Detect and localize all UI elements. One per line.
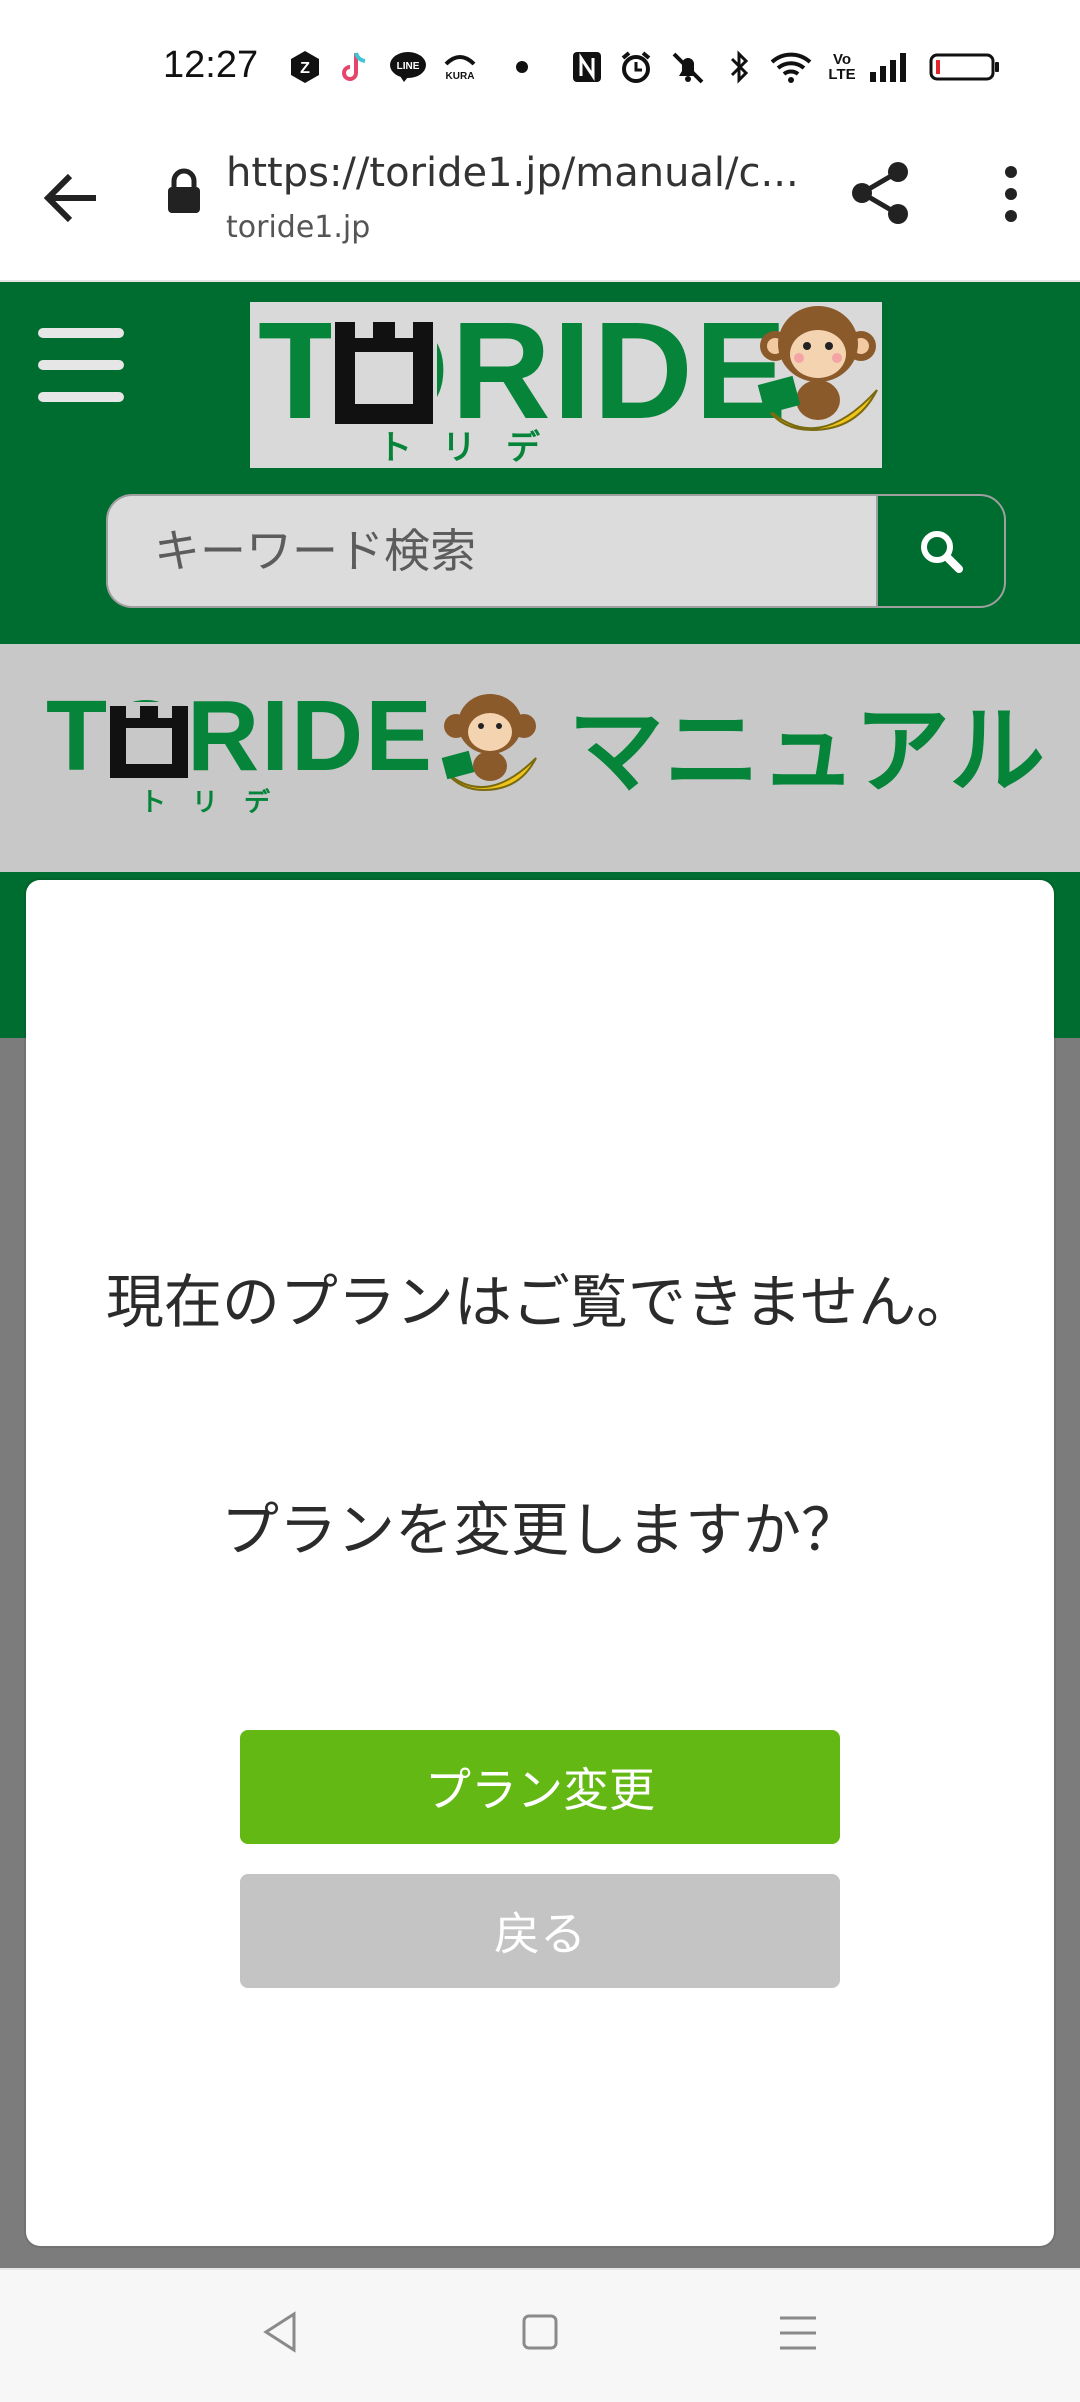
back-button[interactable]: 戻る xyxy=(240,1874,840,1988)
dialog-question: プランを変更しますか？ xyxy=(220,1496,859,1564)
banner-monkey-icon xyxy=(440,688,540,800)
domain-text[interactable]: toride1.jp xyxy=(226,210,370,245)
lock-icon xyxy=(166,168,206,218)
nav-back-icon[interactable] xyxy=(260,2310,300,2354)
mute-icon xyxy=(668,50,708,84)
volte-label: Vo LTE xyxy=(828,51,856,83)
dot-icon xyxy=(510,50,534,84)
kura-icon: KURA xyxy=(440,50,480,84)
logo-subtext: トリデ xyxy=(378,428,570,468)
castle-logo-mark xyxy=(331,318,437,428)
share-icon[interactable] xyxy=(850,160,914,228)
search-input[interactable] xyxy=(106,494,876,608)
hamburger-menu-icon[interactable] xyxy=(38,328,124,402)
z-app-icon: Z xyxy=(288,50,322,84)
back-arrow-icon[interactable] xyxy=(40,166,104,230)
alarm-icon xyxy=(618,50,654,84)
nfc-icon xyxy=(570,50,604,84)
nav-recents-icon[interactable] xyxy=(778,2314,818,2352)
url-text[interactable]: https://toride1.jp/manual/c... xyxy=(226,150,799,196)
svg-text:LINE: LINE xyxy=(397,61,420,72)
volte-icon: Vo LTE xyxy=(826,50,858,84)
svg-text:KURA: KURA xyxy=(446,71,475,82)
dialog-message: 現在のプランはご覧できません。 xyxy=(105,1268,975,1336)
status-time: 12:27 xyxy=(163,44,259,86)
search-icon xyxy=(921,531,963,573)
battery-icon xyxy=(928,50,1002,84)
banner-title: マニュアル xyxy=(568,695,1046,807)
banner-logo-text: TORIDE xyxy=(46,680,434,792)
change-plan-button[interactable]: プラン変更 xyxy=(240,1730,840,1844)
wifi-icon xyxy=(768,50,814,84)
line-icon: LINE xyxy=(388,50,428,84)
tiktok-icon xyxy=(338,50,372,84)
banner-castle-mark xyxy=(106,702,192,782)
svg-text:Z: Z xyxy=(300,60,310,77)
banner-logo-subtext: トリデ xyxy=(140,788,297,818)
status-bar xyxy=(0,0,1080,130)
search-button[interactable] xyxy=(876,494,1006,608)
bluetooth-icon xyxy=(724,50,754,84)
search-bar xyxy=(106,494,1006,612)
monkey-mascot-icon xyxy=(755,296,881,446)
more-options-icon[interactable] xyxy=(994,162,1028,226)
nav-home-icon[interactable] xyxy=(520,2312,560,2352)
signal-icon xyxy=(868,50,912,84)
